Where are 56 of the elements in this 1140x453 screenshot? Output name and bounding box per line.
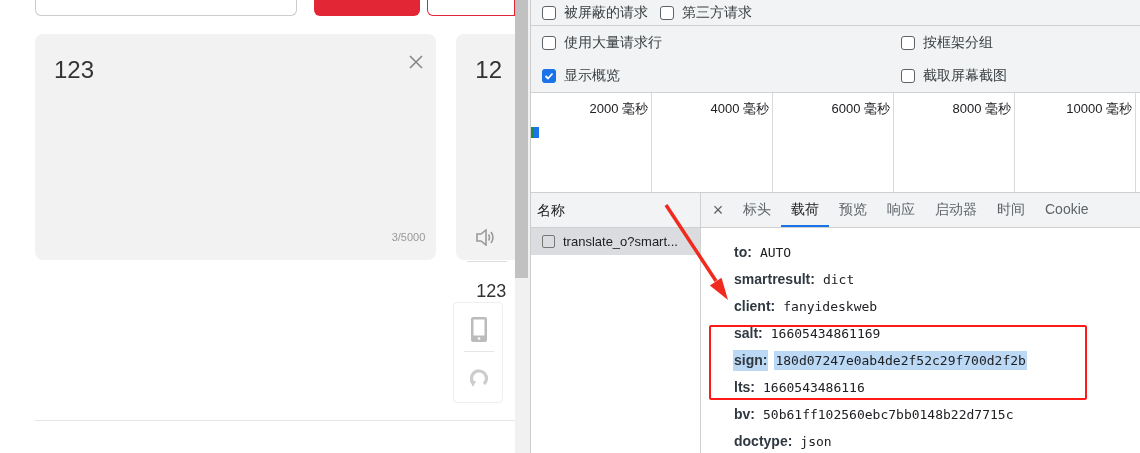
tab[interactable]: 时间 xyxy=(987,193,1035,227)
close-icon[interactable] xyxy=(409,55,423,69)
checkbox-label: 按框架分组 xyxy=(923,33,993,52)
character-count: 3/5000 xyxy=(391,229,426,245)
payload-value: 16605434861169 xyxy=(769,324,882,343)
timeline-tick: 10000 毫秒 xyxy=(1066,100,1132,118)
timeline-tick: 8000 毫秒 xyxy=(952,100,1011,118)
payload-value: 180d07247e0ab4de2f52c29f700d2f2b xyxy=(774,350,1027,371)
checkbox-label: 第三方请求 xyxy=(682,3,752,22)
checkbox-label: 截取屏幕截图 xyxy=(923,66,1007,85)
request-name: translate_o?smart... xyxy=(563,232,678,251)
tab[interactable]: 预览 xyxy=(829,193,877,227)
checkbox[interactable] xyxy=(542,235,555,248)
checkbox[interactable] xyxy=(542,68,556,83)
payload-key: lts: xyxy=(733,377,756,398)
source-text: 123 xyxy=(54,55,95,85)
checkbox[interactable] xyxy=(901,35,915,50)
payload-value: 50b61ff102560ebc7bb0148b22d7715c xyxy=(762,405,1015,424)
checkbox-label: 被屏蔽的请求 xyxy=(564,3,648,22)
checkbox[interactable] xyxy=(660,5,674,20)
timeline-bar xyxy=(531,127,539,138)
checkbox[interactable] xyxy=(542,5,556,20)
tab[interactable]: 标头 xyxy=(733,193,781,227)
result-text: 12 xyxy=(475,55,502,85)
payload-value: dict xyxy=(821,270,856,289)
close-button[interactable]: × xyxy=(703,193,733,227)
payload-key: smartresult: xyxy=(733,269,816,290)
timeline-tick: 4000 毫秒 xyxy=(710,100,769,118)
checkbox-label: 使用大量请求行 xyxy=(564,33,662,52)
speaker-icon[interactable] xyxy=(476,229,495,246)
payload-key: to: xyxy=(733,242,753,263)
payload-key: client: xyxy=(733,296,777,317)
payload-value: 1660543486116 xyxy=(762,378,866,397)
request-row[interactable]: translate_o?smart... xyxy=(531,228,700,255)
tab[interactable]: 响应 xyxy=(877,193,925,227)
payload-value: AUTO xyxy=(758,243,793,262)
payload-value: fanyideskweb xyxy=(782,297,879,316)
payload-key: doctype: xyxy=(733,431,794,452)
tab[interactable]: Cookie xyxy=(1035,193,1099,227)
source-text-card[interactable]: 123 3/5000 xyxy=(35,34,437,260)
checkbox-label: 显示概览 xyxy=(564,66,620,85)
checkbox[interactable] xyxy=(542,35,556,50)
payload-key: salt: xyxy=(733,323,764,344)
scrollbar-thumb[interactable] xyxy=(515,0,528,278)
column-header: 名称 xyxy=(531,193,700,228)
payload-key: bv: xyxy=(733,404,756,425)
tab[interactable]: 启动器 xyxy=(925,193,987,227)
timeline-tick: 6000 毫秒 xyxy=(831,100,890,118)
timeline-tick: 2000 毫秒 xyxy=(589,100,648,118)
payload-value: json xyxy=(799,432,833,451)
payload-key: sign: xyxy=(733,350,769,371)
phone-icon[interactable] xyxy=(470,316,489,343)
tab[interactable]: 载荷 xyxy=(781,193,829,227)
result-text: 123 xyxy=(476,280,507,303)
checkmark-icon xyxy=(544,70,554,81)
checkbox[interactable] xyxy=(901,68,915,83)
